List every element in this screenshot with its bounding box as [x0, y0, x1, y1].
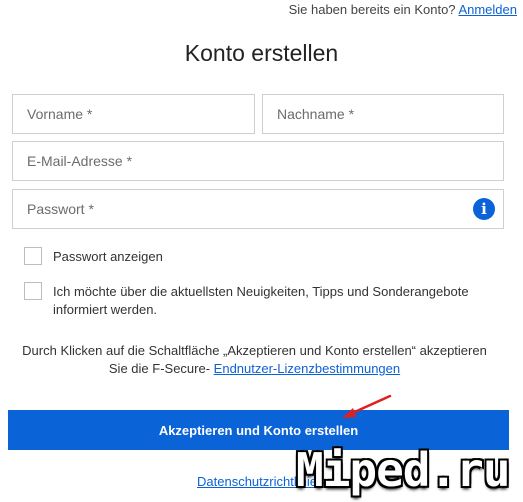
- info-icon[interactable]: i: [473, 198, 495, 220]
- terms-line-2: Sie die F-Secure- Endnutzer-Lizenzbestim…: [0, 360, 509, 378]
- show-password-row: Passwort anzeigen: [24, 247, 163, 266]
- password-placeholder: Passwort *: [27, 201, 94, 217]
- login-prompt-text: Sie haben bereits ein Konto?: [288, 2, 456, 17]
- show-password-label[interactable]: Passwort anzeigen: [53, 248, 163, 266]
- email-field[interactable]: E-Mail-Adresse *: [12, 141, 504, 181]
- first-name-field[interactable]: Vorname *: [12, 94, 255, 134]
- eula-link[interactable]: Endnutzer-Lizenzbestimmungen: [214, 361, 400, 376]
- first-name-placeholder: Vorname *: [27, 106, 93, 122]
- password-field[interactable]: Passwort * i: [12, 189, 504, 229]
- last-name-placeholder: Nachname *: [277, 106, 355, 122]
- terms-text: Durch Klicken auf die Schaltfläche „Akze…: [0, 342, 509, 378]
- red-arrow-annotation: [342, 394, 392, 418]
- newsletter-row: Ich möchte über die aktuellsten Neuigkei…: [24, 282, 484, 319]
- newsletter-checkbox[interactable]: [24, 282, 42, 300]
- show-password-checkbox[interactable]: [24, 247, 42, 265]
- last-name-field[interactable]: Nachname *: [262, 94, 504, 134]
- page-title: Konto erstellen: [184, 40, 339, 66]
- login-prompt: Sie haben bereits ein Konto? Anmelden: [289, 2, 517, 17]
- terms-line-1: Durch Klicken auf die Schaltfläche „Akze…: [22, 343, 487, 358]
- email-placeholder: E-Mail-Adresse *: [27, 153, 133, 169]
- login-link[interactable]: Anmelden: [458, 2, 517, 17]
- watermark: Miped.ru: [296, 443, 511, 497]
- terms-line-2-prefix: Sie die F-Secure-: [108, 361, 211, 376]
- newsletter-label[interactable]: Ich möchte über die aktuellsten Neuigkei…: [53, 283, 484, 319]
